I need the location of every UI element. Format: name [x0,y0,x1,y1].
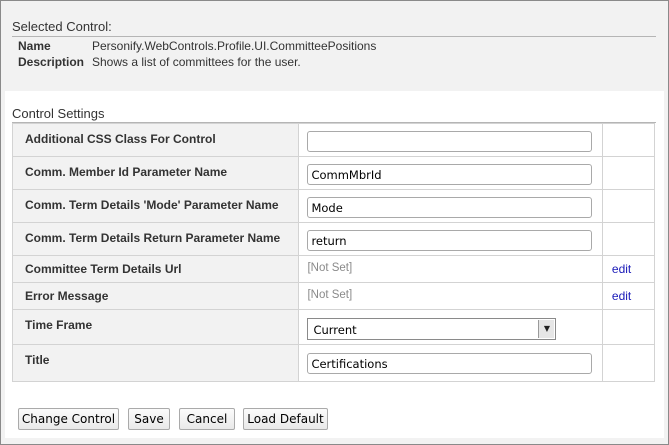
settings-table: Additional CSS Class For Control Comm. M… [11,123,656,382]
save-button[interactable]: Save [128,408,170,430]
description-value: Shows a list of committees for the user. [92,55,301,69]
setting-row-term-details-url: Committee Term Details Url [Not Set] edi… [11,255,656,283]
selected-control-heading: Selected Control: [12,19,112,34]
setting-label: Comm. Term Details Return Parameter Name [11,222,300,256]
edit-error-message-link[interactable]: edit [612,289,654,303]
setting-label: Additional CSS Class For Control [11,123,300,157]
time-frame-selected-value: Current [313,323,357,337]
setting-row-return-param: Comm. Term Details Return Parameter Name… [11,222,656,256]
setting-row-time-frame: Time Frame Current ▼ [11,309,656,345]
title-input[interactable]: Certifications [307,353,593,374]
css-class-input[interactable] [307,131,593,152]
name-label: Name [18,39,51,53]
control-settings-heading: Control Settings [12,106,105,121]
description-label: Description [18,55,85,69]
setting-row-title: Title Certifications [11,344,656,382]
setting-row-mode-param: Comm. Term Details 'Mode' Parameter Name… [11,189,656,223]
setting-row-error-message: Error Message [Not Set] edit [11,282,656,310]
setting-label: Error Message [11,282,300,310]
setting-label: Title [11,344,300,382]
term-details-url-value: [Not Set] [307,262,353,274]
load-default-button[interactable]: Load Default [243,408,328,430]
setting-label: Comm. Member Id Parameter Name [11,156,300,190]
setting-label: Comm. Term Details 'Mode' Parameter Name [11,189,300,223]
setting-row-css-class: Additional CSS Class For Control [11,123,656,157]
change-control-button[interactable]: Change Control [18,408,119,430]
dropdown-arrow-button[interactable]: ▼ [538,320,555,338]
member-id-param-input[interactable]: CommMbrId [307,164,593,185]
return-param-input[interactable]: return [307,230,593,251]
edit-term-details-url-link[interactable]: edit [612,262,654,276]
name-value: Personify.WebControls.Profile.UI.Committ… [92,39,377,53]
selected-control-divider [12,36,656,37]
setting-row-member-id-param: Comm. Member Id Parameter Name CommMbrId [11,156,656,190]
error-message-value: [Not Set] [307,289,353,301]
setting-label: Committee Term Details Url [11,255,300,283]
cancel-button[interactable]: Cancel [179,408,235,430]
mode-param-input[interactable]: Mode [307,197,593,218]
time-frame-select[interactable]: Current ▼ [307,318,557,340]
setting-label: Time Frame [11,309,300,345]
chevron-down-icon: ▼ [543,324,551,333]
